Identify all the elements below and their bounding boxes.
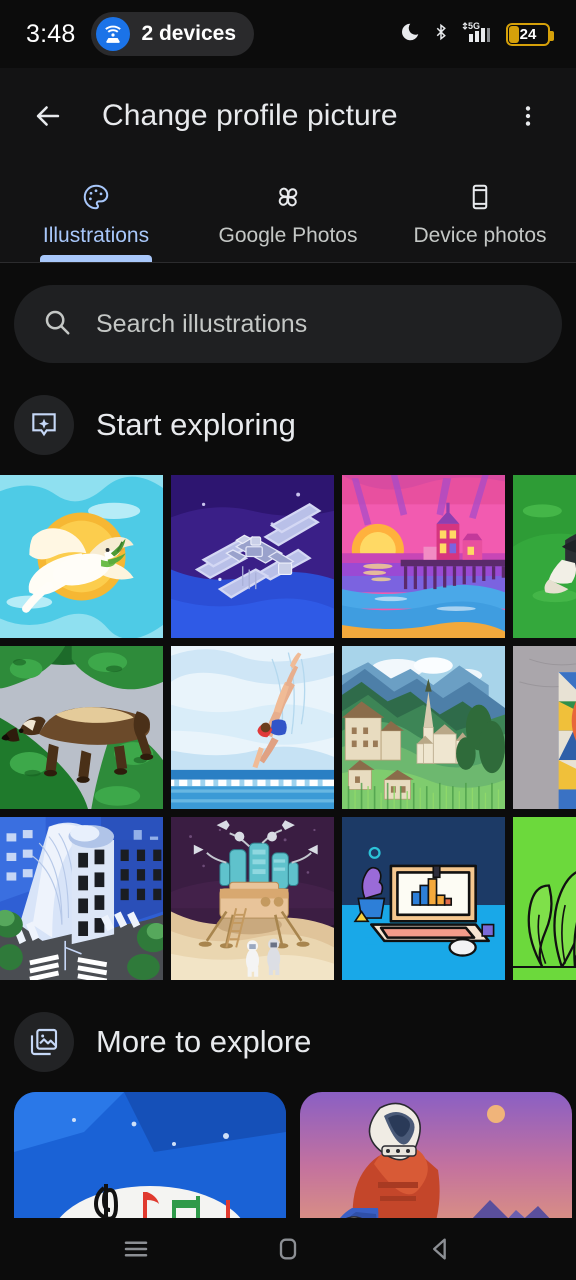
more-options-icon[interactable] [502,90,554,142]
illustration-tile-laptop-desk[interactable] [342,817,505,980]
tab-label-google-photos: Google Photos [218,223,358,247]
signal-5g-icon: 5G [461,20,495,49]
battery-percent: 24 [519,25,537,43]
illustration-tile-wolverine[interactable] [0,646,163,809]
illustration-tile-space-station[interactable] [171,475,334,638]
search-input[interactable]: Search illustrations [14,285,562,363]
illustration-tile-peace-dove[interactable] [0,475,163,638]
section-more-to-explore: More to explore [0,980,576,1092]
illustration-tile-quilt-pattern[interactable] [513,646,576,809]
status-clock: 3:48 [26,19,76,48]
status-bar: 3:48 2 devices 5G 24 [0,0,576,68]
illustration-tile-diver[interactable] [171,646,334,809]
tab-active-indicator [40,255,152,262]
app-bar: Change profile picture [0,68,576,163]
section-title-more-to-explore: More to explore [96,1024,312,1059]
tab-google-photos[interactable]: Google Photos [192,163,384,262]
tab-label-illustrations: Illustrations [42,223,150,247]
tab-label-device-photos: Device photos [413,223,547,247]
battery-indicator: 24 [506,22,554,46]
phone-screen: 3:48 2 devices 5G 24 Change profile pict… [0,0,576,1280]
status-bar-right: 5G 24 [399,20,554,49]
illustration-tile-city-buildings[interactable] [0,817,163,980]
home-icon[interactable] [258,1227,318,1271]
palette-icon [81,182,111,217]
bluetooth-icon [432,21,450,48]
phone-icon [465,182,495,217]
sparkle-bubble-icon [14,395,74,455]
page-title: Change profile picture [102,98,398,132]
illustration-tile-lunar-lander[interactable] [171,817,334,980]
illustration-tile-green-plants[interactable] [513,817,576,980]
wifi-router-icon [96,17,131,51]
illustration-tile-alpine-village[interactable] [342,646,505,809]
illustration-grid [0,475,576,980]
illustration-tile-dog-on-grass[interactable] [513,475,576,638]
back-arrow-icon[interactable] [22,90,74,142]
tab-device-photos[interactable]: Device photos [384,163,576,262]
illustration-grid-scroll[interactable] [0,475,576,980]
devices-chip-label: 2 devices [141,22,237,45]
svg-text:5G: 5G [468,21,480,31]
search-placeholder: Search illustrations [96,309,308,338]
devices-chip[interactable]: 2 devices [91,12,255,56]
recents-icon[interactable] [106,1227,166,1271]
section-start-exploring: Start exploring [0,363,576,475]
tab-bar: Illustrations Google Photos Device photo… [0,163,576,263]
back-icon[interactable] [410,1227,470,1271]
section-title-start-exploring: Start exploring [96,407,296,442]
status-bar-left: 3:48 2 devices [26,12,255,56]
battery-fill [509,25,519,43]
tab-illustrations[interactable]: Illustrations [0,163,192,262]
photo-library-icon [14,1012,74,1072]
search-section: Search illustrations [0,263,576,363]
illustration-tile-pier-sunset[interactable] [342,475,505,638]
search-icon [42,307,72,342]
android-nav-bar [0,1218,576,1280]
pinwheel-icon [273,182,303,217]
do-not-disturb-moon-icon [399,21,421,48]
